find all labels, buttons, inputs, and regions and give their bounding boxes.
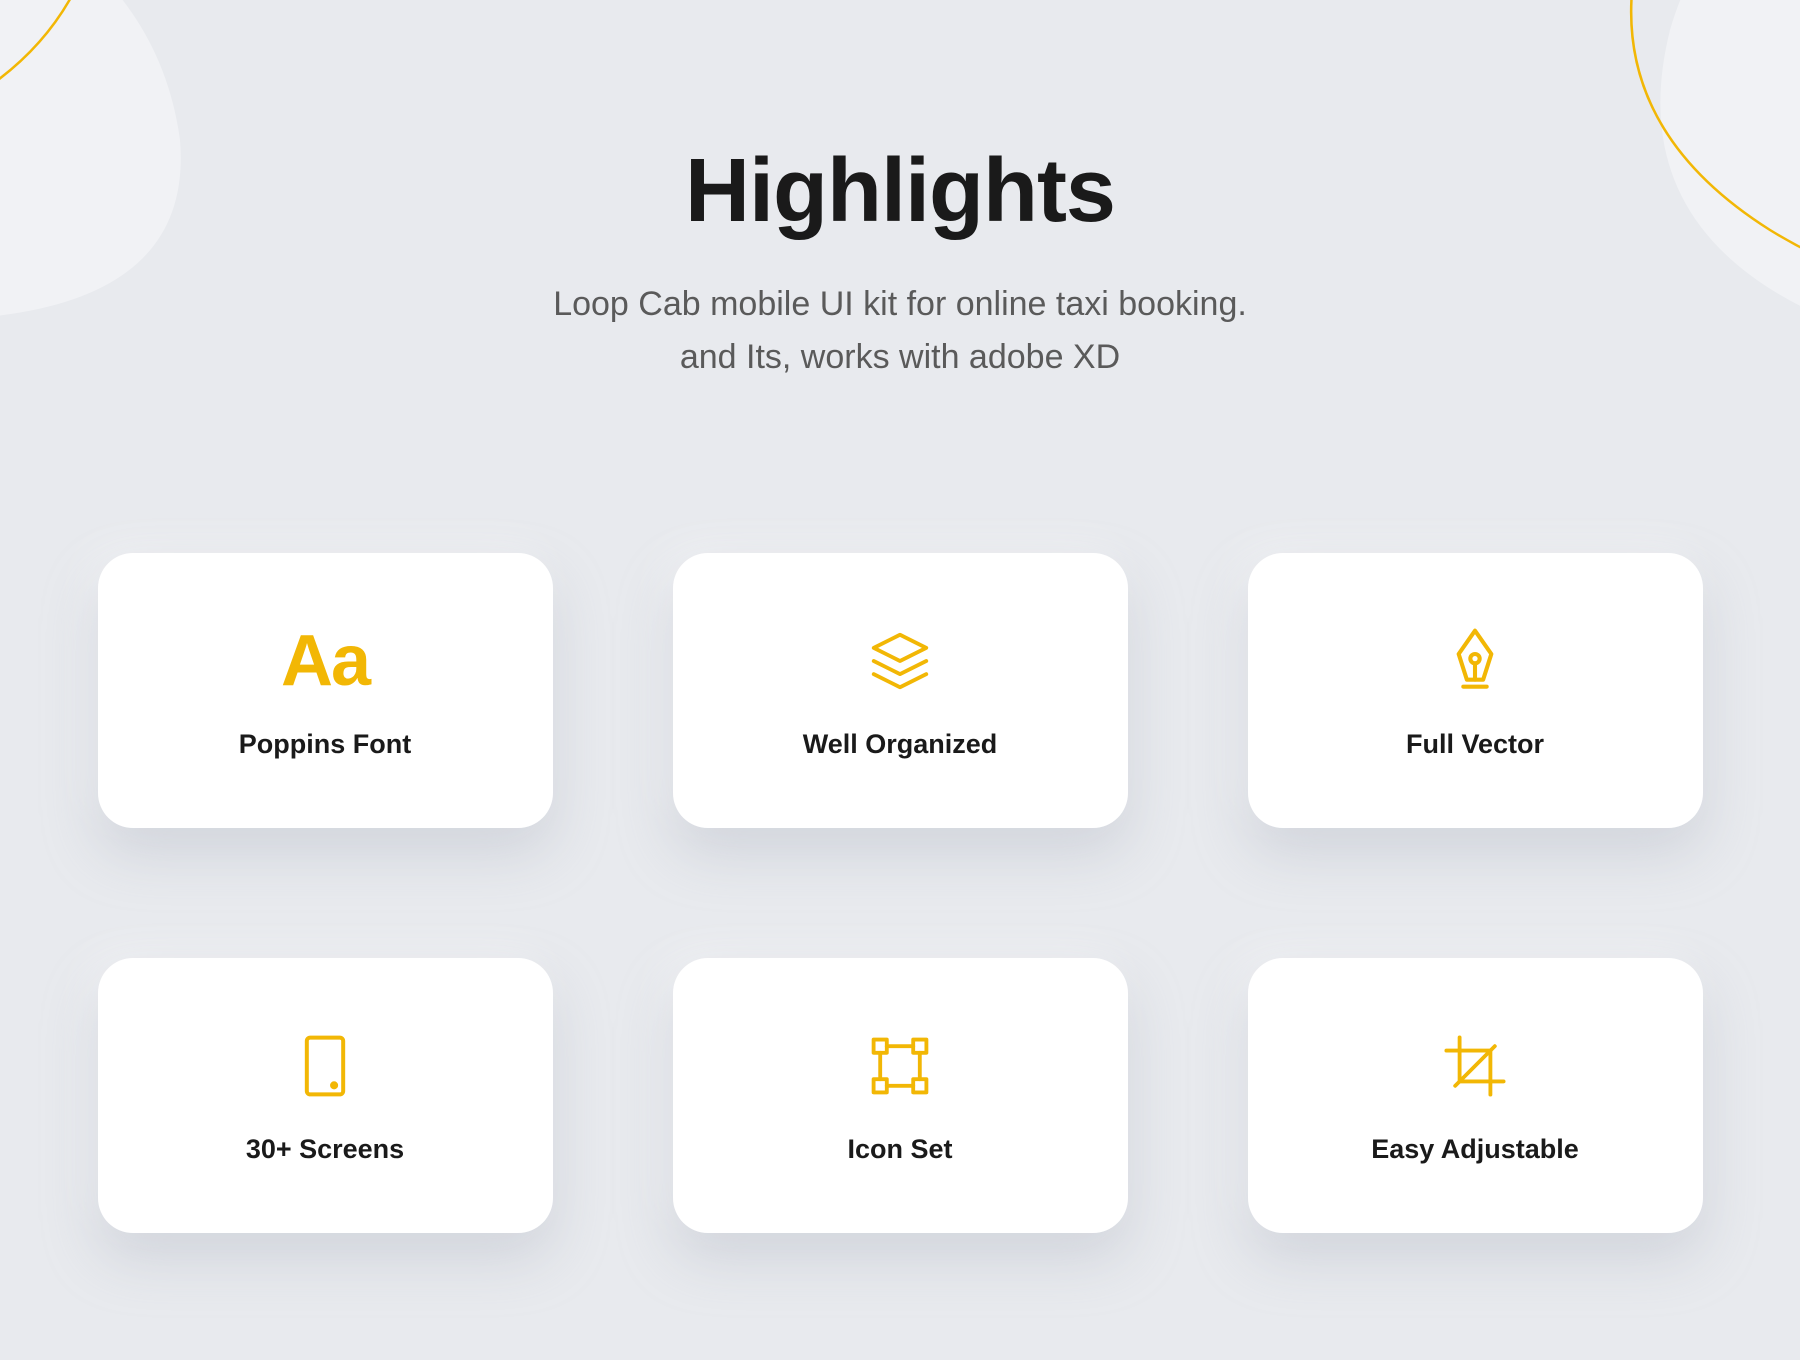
- feature-card-vector: Full Vector: [1248, 553, 1703, 828]
- feature-label: 30+ Screens: [246, 1134, 404, 1165]
- feature-label: Well Organized: [803, 729, 998, 760]
- page-title: Highlights: [0, 140, 1800, 243]
- feature-label: Easy Adjustable: [1371, 1134, 1579, 1165]
- feature-card-iconset: Icon Set: [673, 958, 1128, 1233]
- tablet-icon: [300, 1026, 350, 1106]
- feature-grid: Aa Poppins Font Well Organized Full Vect…: [0, 553, 1800, 1233]
- page-subtitle: Loop Cab mobile UI kit for online taxi b…: [0, 278, 1800, 383]
- crop-icon: [1442, 1026, 1508, 1106]
- feature-card-screens: 30+ Screens: [98, 958, 553, 1233]
- feature-label: Poppins Font: [239, 729, 411, 760]
- feature-label: Icon Set: [847, 1134, 952, 1165]
- feature-card-adjustable: Easy Adjustable: [1248, 958, 1703, 1233]
- pen-nib-icon: [1446, 621, 1504, 701]
- feature-label: Full Vector: [1406, 729, 1544, 760]
- bounding-box-icon: [867, 1026, 933, 1106]
- feature-card-organized: Well Organized: [673, 553, 1128, 828]
- header: Highlights Loop Cab mobile UI kit for on…: [0, 0, 1800, 383]
- feature-card-font: Aa Poppins Font: [98, 553, 553, 828]
- font-icon: Aa: [281, 621, 369, 701]
- layers-icon: [865, 621, 935, 701]
